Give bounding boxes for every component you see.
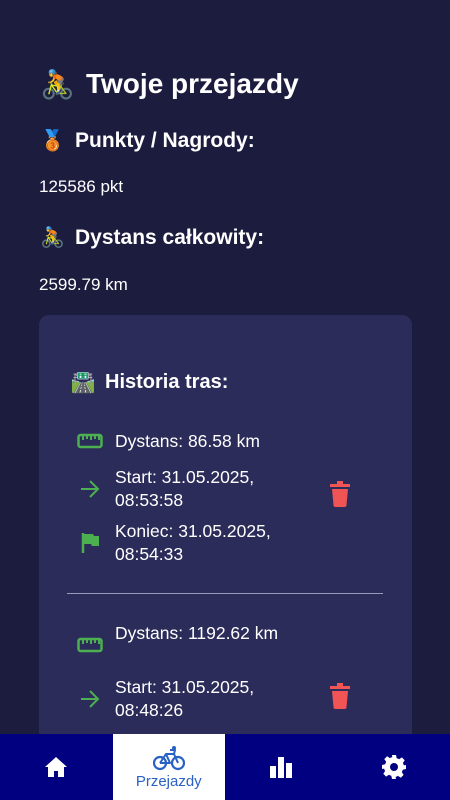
nav-rides[interactable]: Przejazdy (112, 734, 225, 800)
cyclist-icon: 🚴 (40, 68, 75, 100)
ride-start-text: Start: 31.05.2025, 08:53:58 (115, 467, 255, 510)
page-header: 🚴 Twoje przejazdy (40, 64, 299, 104)
ride-divider (67, 593, 383, 594)
distance-value: 2599.79 km (39, 275, 128, 294)
points-heading: 🥉 Punkty / Nagrody: (40, 128, 255, 153)
rides-page: 🚴 Twoje przejazdy 🥉 Punkty / Nagrody: 12… (0, 0, 450, 734)
nav-settings[interactable] (338, 734, 450, 800)
ride-distance-text: Dystans: 1192.62 km (115, 623, 279, 643)
ride-distance: Dystans: 86.58 km (77, 430, 290, 453)
ruler-icon (77, 634, 103, 656)
flag-icon (77, 532, 103, 554)
bottom-nav: Przejazdy (0, 734, 450, 800)
points-value: 125586 pkt (39, 177, 124, 196)
ride-distance: Dystans: 1192.62 km (77, 622, 290, 656)
delete-ride-button[interactable] (329, 683, 351, 709)
delete-ride-button[interactable] (329, 481, 351, 507)
ride-end: Koniec: 31.05.2025, 08:54:33 (77, 520, 290, 566)
points-label: Punkty / Nagrody: (75, 128, 255, 152)
bicycle-icon (152, 745, 185, 770)
distance-label: Dystans całkowity: (75, 225, 265, 249)
bar-chart-icon (270, 757, 293, 778)
distance-heading: 🚴 Dystans całkowity: (40, 225, 264, 250)
trash-icon (330, 481, 350, 507)
road-icon: 🛣️ (70, 372, 96, 394)
medal-icon: 🥉 (40, 130, 65, 152)
page-title: Twoje przejazdy (86, 68, 299, 99)
ride-distance-text: Dystans: 86.58 km (115, 431, 260, 451)
gear-icon (381, 755, 406, 779)
cyclist-icon: 🚴 (40, 227, 65, 249)
trash-icon (330, 683, 350, 709)
ride-start: Start: 31.05.2025, 08:53:58 (77, 466, 290, 512)
nav-home[interactable] (0, 734, 113, 800)
nav-stats[interactable] (225, 734, 338, 800)
ride-start-text: Start: 31.05.2025, 08:48:26 (115, 677, 255, 720)
history-title: Historia tras: (105, 371, 229, 393)
history-heading: 🛣️ Historia tras: (70, 370, 229, 395)
arrow-right-icon (77, 478, 103, 500)
nav-rides-label: Przejazdy (135, 772, 202, 790)
home-icon (45, 757, 68, 777)
ruler-icon (77, 430, 103, 452)
ride-end-text: Koniec: 31.05.2025, 08:54:33 (115, 521, 271, 564)
history-card: 🛣️ Historia tras: Dystans: 86.58 km Star… (39, 315, 412, 734)
arrow-right-icon (77, 688, 103, 710)
ride-start: Start: 31.05.2025, 08:48:26 (77, 676, 290, 722)
